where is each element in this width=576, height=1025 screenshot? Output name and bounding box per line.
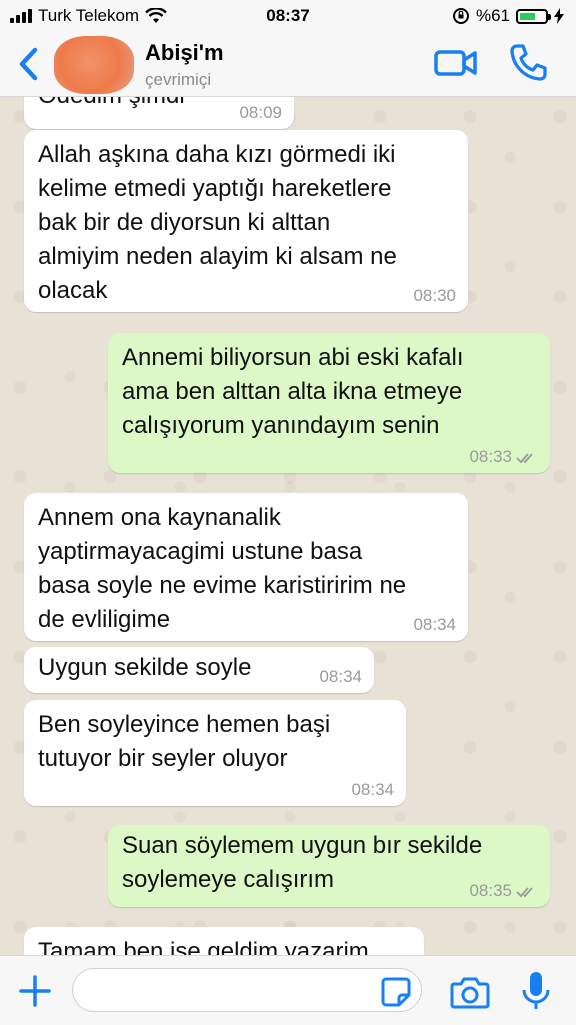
message-text: Ben soyleyince hemen başi tutuyor bir se… xyxy=(38,711,331,772)
battery-icon xyxy=(516,8,551,24)
battery-percent: %61 xyxy=(475,6,510,25)
contact-status: çevrimiçi xyxy=(145,70,212,89)
message-time: 08:34 xyxy=(413,615,456,634)
message-bubble-incoming[interactable]: Allah aşkına daha kızı görmedi iki kelim… xyxy=(24,130,468,312)
phone-icon[interactable] xyxy=(508,42,548,82)
contact-name[interactable]: Abişi'm xyxy=(145,40,224,66)
message-text: Tamam ben ise geldim yazarim xyxy=(38,938,369,955)
plus-icon[interactable] xyxy=(16,972,54,1010)
message-bubble-outgoing[interactable]: Annemi biliyorsun abi eski kafalı ama be… xyxy=(108,333,550,473)
message-time: 08:09 xyxy=(239,103,282,122)
video-camera-icon[interactable] xyxy=(434,46,478,80)
message-bubble-incoming[interactable]: Annem ona kaynanalik yaptirmayacagimi us… xyxy=(24,493,468,641)
sticker-icon[interactable] xyxy=(380,976,412,1008)
chevron-left-icon[interactable] xyxy=(10,44,50,84)
message-bubble-incoming[interactable]: Ben soyleyince hemen başi tutuyor bir se… xyxy=(24,700,406,806)
read-receipt-icon xyxy=(516,452,533,463)
orientation-lock-icon xyxy=(452,8,469,24)
avatar[interactable] xyxy=(54,36,134,94)
message-input-bar xyxy=(0,955,576,1025)
message-bubble-incoming[interactable]: Uygun sekilde soyle 08:34 xyxy=(24,647,374,693)
message-time: 08:34 xyxy=(319,667,362,686)
status-bar: Turk Telekom 08:37 %61 xyxy=(0,0,576,32)
message-bubble-incoming[interactable]: Ödedim şimdi 08:09 xyxy=(24,97,294,129)
read-receipt-icon xyxy=(516,886,533,897)
message-time-text: 08:33 xyxy=(469,447,512,466)
message-list[interactable]: Ödedim şimdi 08:09 Allah aşkına daha kız… xyxy=(0,97,576,955)
message-bubble-outgoing[interactable]: Suan söylemem uygun bır sekilde soylemey… xyxy=(108,825,550,907)
message-text: Annemi biliyorsun abi eski kafalı ama be… xyxy=(122,344,464,439)
message-text: Annem ona kaynanalik yaptirmayacagimi us… xyxy=(38,504,407,633)
camera-icon[interactable] xyxy=(450,974,490,1010)
message-time: 08:35 xyxy=(469,881,538,901)
message-bubble-incoming[interactable]: Tamam ben ise geldim yazarim xyxy=(24,927,424,955)
message-time: 08:33 xyxy=(469,447,538,467)
message-text: Allah aşkına daha kızı görmedi iki kelim… xyxy=(38,141,397,304)
message-time: 08:34 xyxy=(351,780,394,799)
charging-icon xyxy=(554,8,564,24)
message-text: Uygun sekilde soyle xyxy=(38,654,252,681)
microphone-icon[interactable] xyxy=(520,970,552,1012)
chat-header: Abişi'm çevrimiçi xyxy=(0,32,576,97)
message-input[interactable] xyxy=(72,968,422,1012)
message-time: 08:30 xyxy=(413,286,456,305)
message-time-text: 08:35 xyxy=(469,881,512,900)
